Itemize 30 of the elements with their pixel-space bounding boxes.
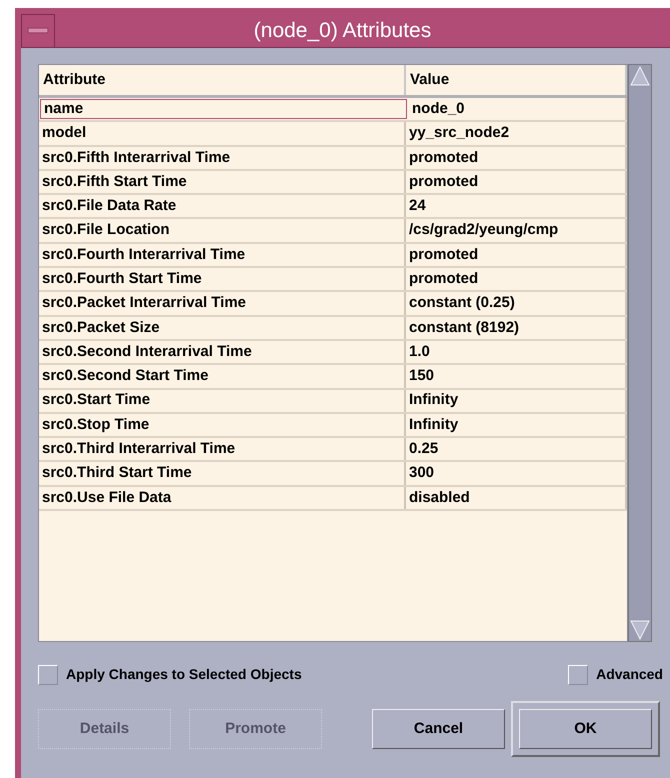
table-cell[interactable]: src0.Third Interarrival Time — [39, 438, 406, 460]
table-cell[interactable]: src0.Third Start Time — [39, 462, 406, 485]
table-cell[interactable]: src0.Packet Interarrival Time — [39, 292, 406, 315]
column-header[interactable]: Attribute — [39, 65, 406, 95]
checkbox[interactable] — [38, 664, 58, 684]
table-cell[interactable]: src0.Second Start Time — [39, 365, 406, 388]
table-cell[interactable]: src0.Use File Data — [39, 486, 406, 510]
scroll-down-arrow-icon[interactable] — [629, 619, 651, 641]
window-title: (node_0) Attributes — [252, 18, 432, 44]
cancel-button[interactable]: Cancel — [372, 709, 505, 749]
table-cell[interactable]: src0.Fourth Interarrival Time — [39, 244, 406, 266]
table-cell[interactable]: model — [39, 122, 406, 145]
table-cell[interactable]: src0.Stop Time — [39, 414, 406, 436]
table-cell[interactable]: name — [40, 99, 407, 120]
window-menu-button[interactable] — [21, 14, 55, 48]
scrollbar[interactable] — [628, 64, 652, 642]
table-cell[interactable]: src0.File Location — [39, 219, 406, 242]
checkbox[interactable] — [568, 664, 588, 684]
scroll-up-arrow-icon[interactable] — [629, 65, 651, 87]
option-text: Advanced — [596, 665, 663, 684]
table-cell[interactable]: src0.Second Interarrival Time — [39, 340, 406, 364]
ok-button[interactable]: OK — [519, 709, 652, 749]
table-cell[interactable]: src0.File Data Rate — [39, 195, 406, 218]
table-cell[interactable]: src0.Fifth Interarrival Time — [39, 146, 406, 169]
table-cell[interactable]: src0.Packet Size — [39, 316, 406, 339]
table-cell[interactable]: src0.Fifth Start Time — [39, 170, 406, 194]
table-cell[interactable]: src0.Fourth Start Time — [39, 268, 406, 290]
minus-icon — [28, 28, 48, 33]
table-cell[interactable]: src0.Start Time — [39, 390, 406, 412]
option-text: Apply Changes to Selected Objects — [66, 665, 302, 684]
